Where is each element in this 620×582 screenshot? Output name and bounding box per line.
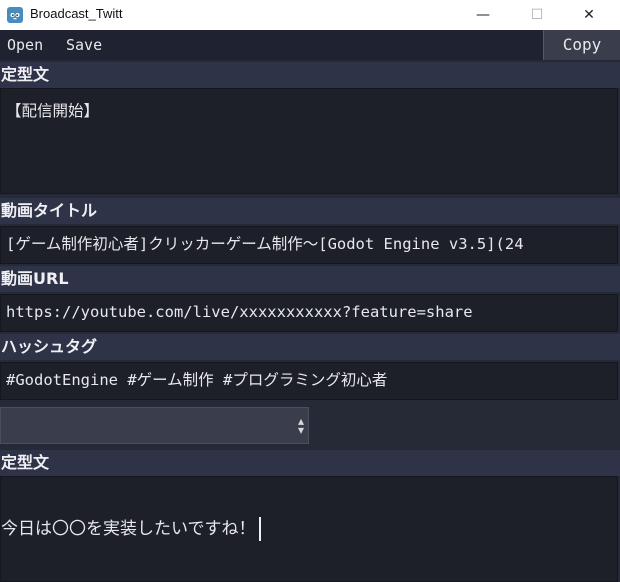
template-textarea[interactable]: 【配信開始】 xyxy=(0,88,618,194)
template-textarea-2[interactable]: 今日は〇〇を実装したいですね！ xyxy=(0,476,618,582)
video-url-label: 動画URL xyxy=(0,266,620,292)
text-caret xyxy=(258,517,261,541)
template-textarea-2-text: 今日は〇〇を実装したいですね！ xyxy=(1,519,256,539)
title-bar: Broadcast_Twitt — ☐ ✕ xyxy=(0,0,620,30)
minimize-button[interactable]: — xyxy=(460,0,506,30)
save-menu-button[interactable]: Save xyxy=(66,36,102,54)
hashtag-input[interactable]: #GodotEngine #ゲーム制作 #プログラミング初心者 xyxy=(0,362,618,400)
maximize-button[interactable]: ☐ xyxy=(514,0,560,30)
godot-icon xyxy=(7,7,23,23)
video-title-input[interactable]: [ゲーム制作初心者]クリッカーゲーム制作～[Godot Engine v3.5]… xyxy=(0,226,618,264)
menu-bar: Open Save xyxy=(0,30,620,60)
template-label: 定型文 xyxy=(0,62,620,88)
video-url-input[interactable]: https://youtube.com/live/xxxxxxxxxxx?fea… xyxy=(0,294,618,332)
template-select[interactable]: ▴ ▾ xyxy=(0,407,309,444)
close-button[interactable]: ✕ xyxy=(566,0,612,30)
window-title: Broadcast_Twitt xyxy=(30,6,123,21)
hashtag-label: ハッシュタグ xyxy=(0,334,620,360)
video-title-label: 動画タイトル xyxy=(0,198,620,224)
open-menu-button[interactable]: Open xyxy=(7,36,43,54)
updown-arrow-icon: ▴ ▾ xyxy=(297,414,304,437)
copy-button[interactable]: Copy xyxy=(543,30,620,60)
template-label-2: 定型文 xyxy=(0,450,620,476)
